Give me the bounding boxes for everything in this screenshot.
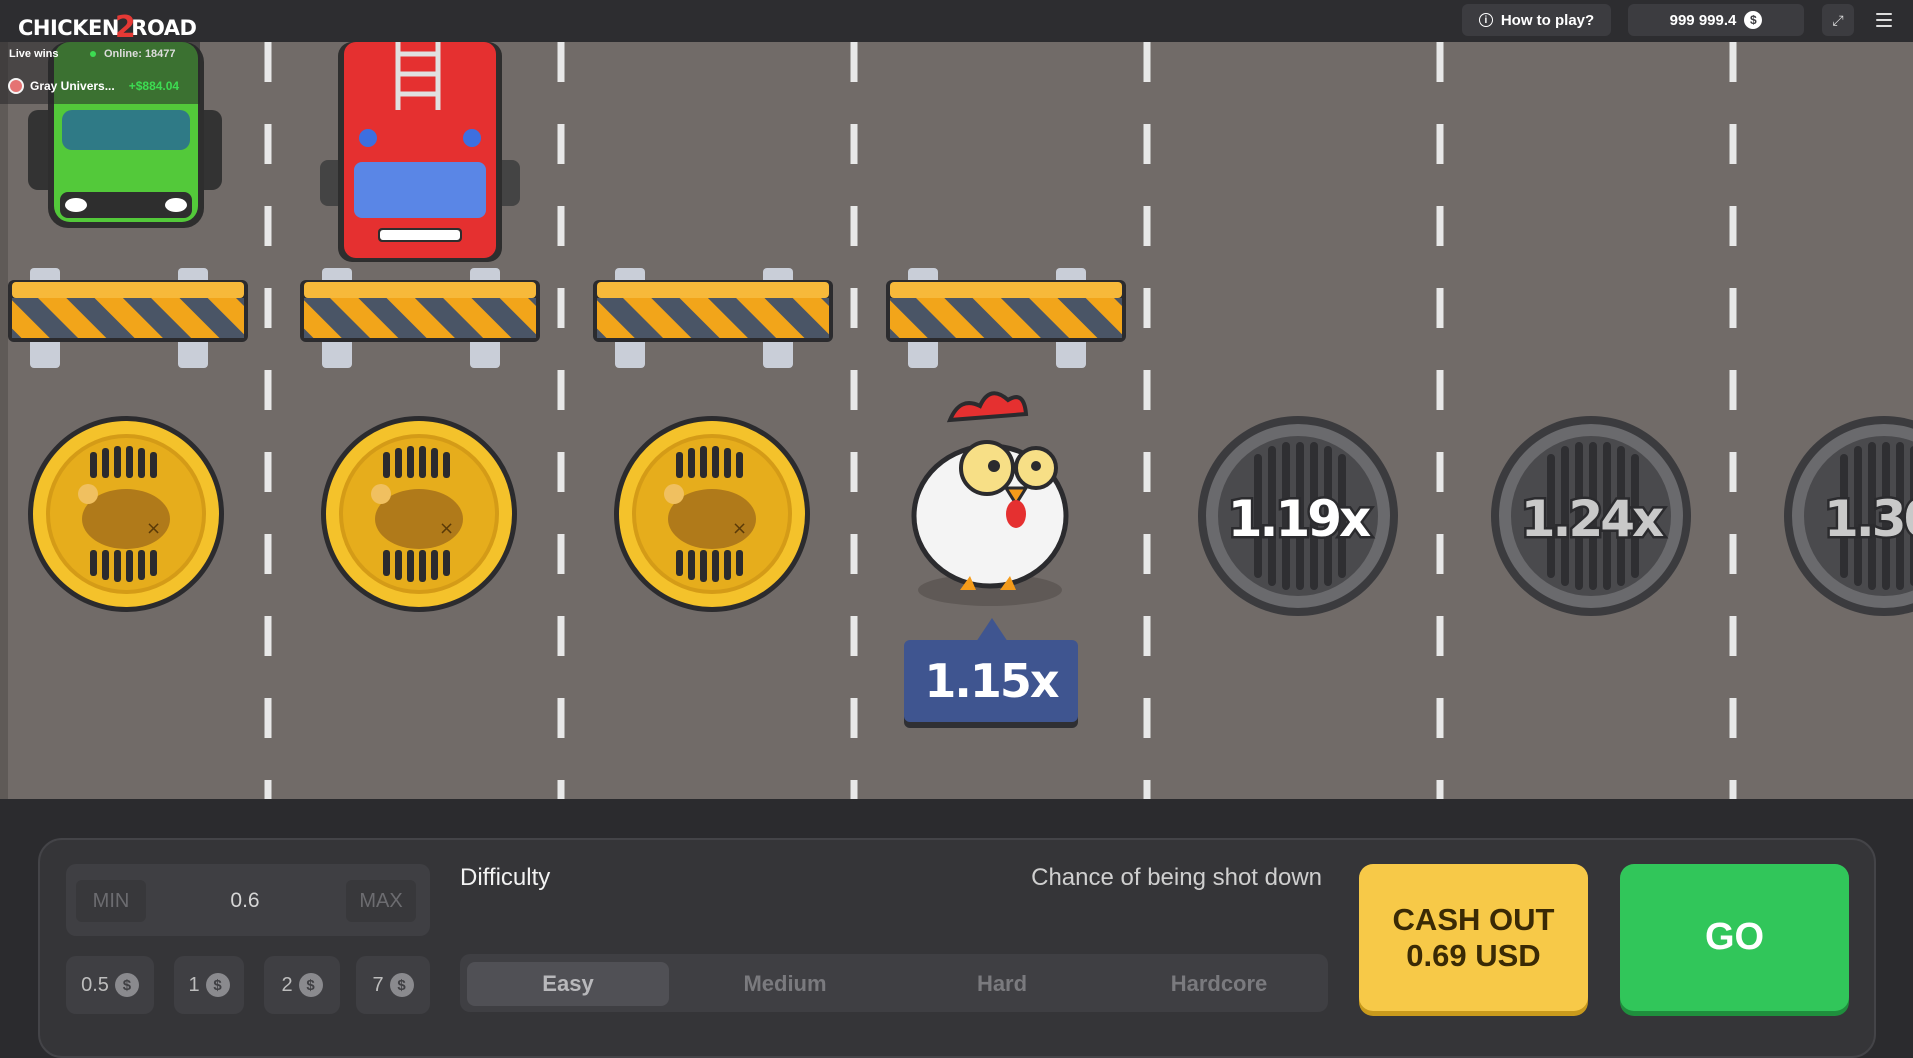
- dollar-coin-icon: $: [1744, 11, 1763, 29]
- winner-name: Gray Univers...: [30, 79, 115, 93]
- bet-amount-input[interactable]: 0.6: [200, 880, 290, 922]
- dollar-coin-icon: $: [298, 973, 323, 997]
- info-icon: i: [1478, 13, 1493, 27]
- max-bet-button[interactable]: MAX: [346, 880, 416, 922]
- dollar-coin-icon: $: [389, 973, 414, 997]
- how-to-play-label: How to play?: [1500, 11, 1595, 29]
- hamburger-icon: [1876, 13, 1892, 15]
- barrier-1: [8, 268, 248, 368]
- avatar: [8, 78, 24, 94]
- dollar-coin-icon: $: [114, 973, 139, 997]
- gold-coin-1: [28, 416, 224, 612]
- dollar-coin-icon: $: [205, 973, 230, 997]
- multiplier-lane-6: 1.24x: [1521, 490, 1664, 548]
- difficulty-hard[interactable]: Hard: [901, 962, 1103, 1006]
- difficulty-hardcore[interactable]: Hardcore: [1118, 962, 1320, 1006]
- quick-bet-1[interactable]: 1 $: [174, 956, 244, 1014]
- cash-out-label: CASH OUT: [1392, 901, 1555, 937]
- quick-bet-2[interactable]: 2 $: [264, 956, 340, 1014]
- current-multiplier-label: 1.15x: [904, 618, 1078, 722]
- difficulty-medium[interactable]: Medium: [684, 962, 886, 1006]
- chicken-character: [911, 391, 1069, 606]
- how-to-play-button[interactable]: i How to play?: [1462, 4, 1611, 36]
- menu-button[interactable]: [1870, 6, 1898, 34]
- balance-value: 999 999.4: [1669, 11, 1737, 29]
- difficulty-title: Difficulty: [460, 864, 551, 891]
- quick-bet-0-5[interactable]: 0.5 $: [66, 956, 154, 1014]
- game-logo: CHICKEN2ROAD: [18, 10, 197, 45]
- expand-icon: ⤢: [1832, 11, 1844, 28]
- live-wins-title: Live wins: [9, 48, 59, 60]
- live-win-entry: Gray Univers... +$884.04: [8, 78, 179, 94]
- fire-truck: [320, 42, 520, 262]
- chance-label: Chance of being shot down: [1031, 864, 1322, 891]
- difficulty-easy[interactable]: Easy: [467, 962, 669, 1006]
- multiplier-lane-5: 1.19x: [1228, 490, 1371, 548]
- balance-display: 999 999.4 $: [1628, 4, 1804, 36]
- win-amount: +$884.04: [128, 79, 180, 93]
- barrier-3: [593, 268, 833, 368]
- cash-out-button[interactable]: CASH OUT 0.69 USD: [1359, 864, 1588, 1011]
- online-count: Online: 18477: [90, 48, 176, 60]
- go-button[interactable]: GO: [1620, 864, 1849, 1011]
- barrier-4: [886, 268, 1126, 368]
- min-bet-button[interactable]: MIN: [76, 880, 146, 922]
- fullscreen-button[interactable]: ⤢: [1822, 4, 1854, 36]
- multiplier-lane-7: 1.30: [1824, 490, 1913, 548]
- quick-bet-7[interactable]: 7 $: [356, 956, 430, 1014]
- cash-out-amount: 0.69 USD: [1406, 937, 1541, 973]
- live-wins-panel: Live wins Online: 18477 Gray Univers... …: [0, 42, 200, 104]
- gold-coin-2: [321, 416, 517, 612]
- gold-coin-3: [614, 416, 810, 612]
- barrier-2: [300, 268, 540, 368]
- top-bar: CHICKEN2ROAD i How to play? 999 999.4 $ …: [0, 0, 1913, 45]
